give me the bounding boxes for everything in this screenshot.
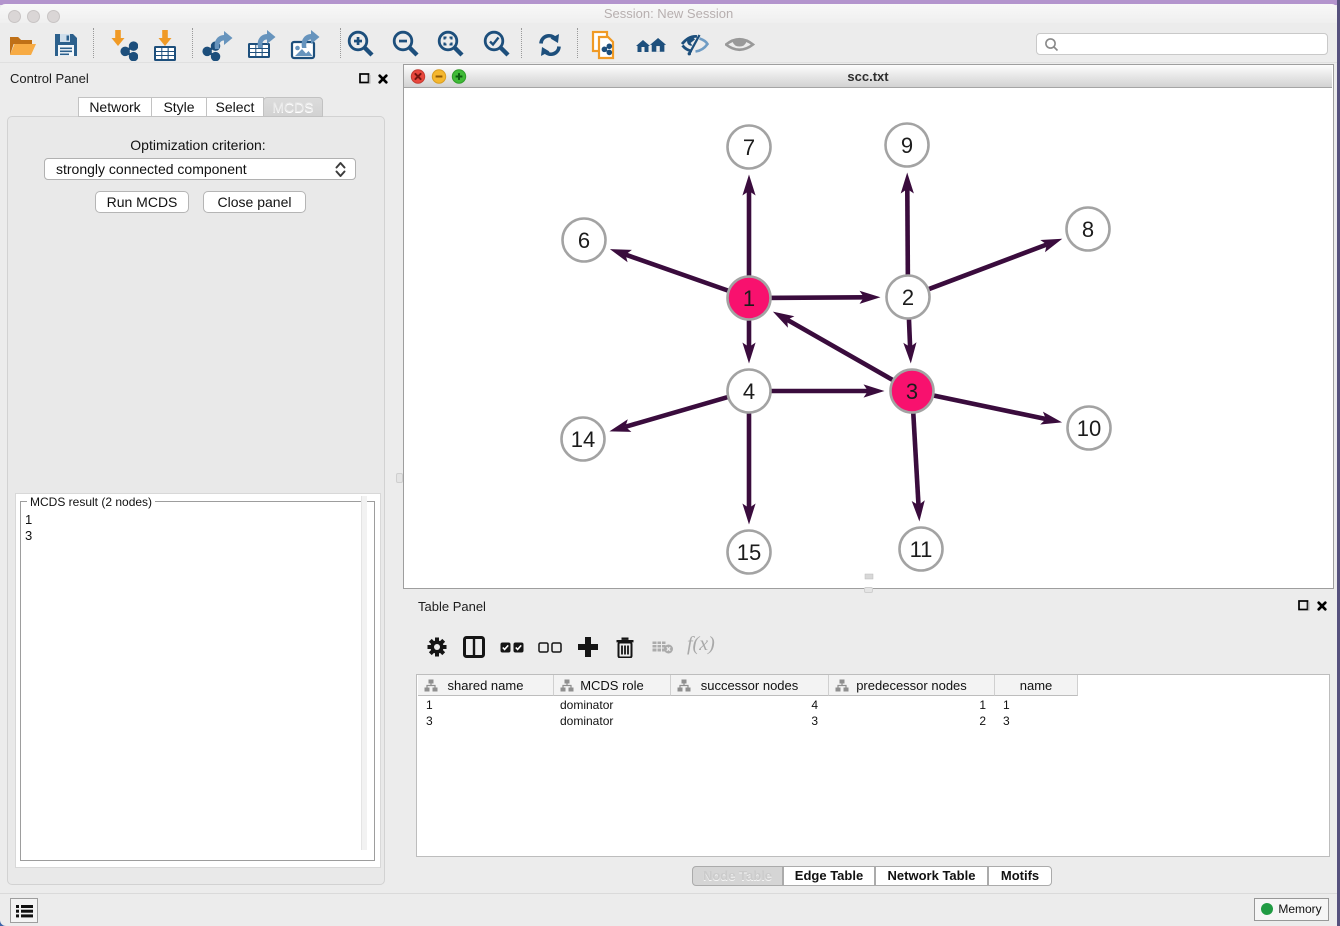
svg-text:11: 11 xyxy=(910,537,933,562)
svg-text:3: 3 xyxy=(906,379,918,404)
svg-text:2: 2 xyxy=(902,285,914,310)
svg-text:9: 9 xyxy=(901,133,913,158)
svg-text:6: 6 xyxy=(578,228,590,253)
svg-text:7: 7 xyxy=(743,135,755,160)
svg-text:15: 15 xyxy=(737,540,761,565)
svg-text:1: 1 xyxy=(743,286,755,311)
svg-text:8: 8 xyxy=(1082,217,1094,242)
svg-text:10: 10 xyxy=(1077,416,1101,441)
svg-text:14: 14 xyxy=(571,427,595,452)
svg-text:4: 4 xyxy=(743,379,755,404)
